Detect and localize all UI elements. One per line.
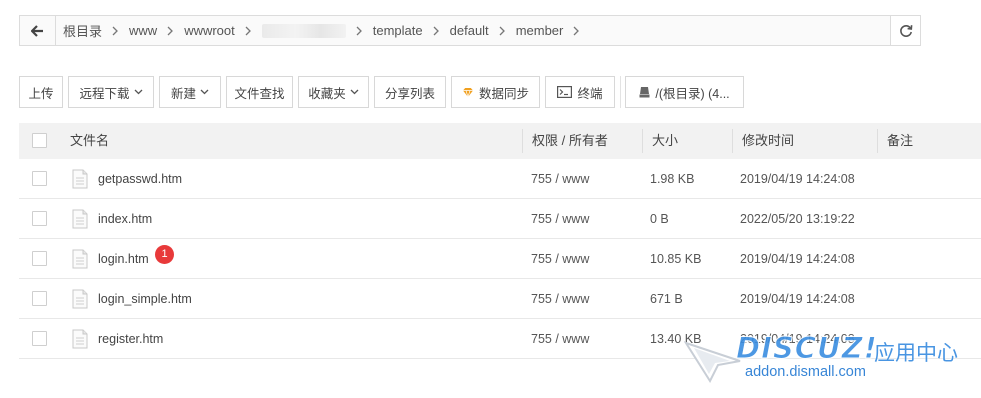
breadcrumb: 根目录 www wwwroot template default member [56,16,890,45]
file-size: 10.85 KB [650,252,702,266]
file-icon [72,169,88,189]
table-row[interactable]: login_simple.htm 755 / www 671 B 2019/04… [19,279,981,319]
file-mtime: 2019/04/19 14:24:08 [740,172,855,186]
back-button[interactable] [20,16,56,45]
chevron-right-icon [112,26,118,36]
file-name[interactable]: getpasswd.htm [98,159,182,199]
watermark-cn: 应用中心 [874,342,958,365]
breadcrumb-item[interactable]: default [450,23,516,38]
disk-button[interactable]: /(根目录) (4... [625,76,744,108]
chevron-right-icon [356,26,362,36]
column-header-size[interactable]: 大小 [652,123,678,159]
file-perm[interactable]: 755 / www [531,239,589,279]
file-perm[interactable]: 755 / www [531,279,589,319]
file-name[interactable]: index.htm [98,199,152,239]
column-divider [642,129,643,153]
row-checkbox[interactable] [32,291,47,306]
chevron-right-icon [433,26,439,36]
watermark-url: addon.dismall.com [745,364,866,380]
row-checkbox[interactable] [32,211,47,226]
diamond-icon [462,87,474,98]
share-list-button[interactable]: 分享列表 [374,76,446,108]
row-checkbox[interactable] [32,331,47,346]
row-checkbox[interactable] [32,171,47,186]
refresh-button[interactable] [890,16,920,45]
file-name[interactable]: register.htm [98,319,163,359]
column-divider [732,129,733,153]
file-name[interactable]: login.htm [98,239,149,279]
blurred-text [261,23,346,38]
column-header-note[interactable]: 备注 [887,123,913,159]
file-search-button[interactable]: 文件查找 [226,76,293,108]
chevron-right-icon [499,26,505,36]
file-table: 文件名 权限 / 所有者 大小 修改时间 备注 getpasswd.htm 75… [19,123,981,359]
row-checkbox[interactable] [32,251,47,266]
file-icon [72,249,88,269]
refresh-icon [899,24,912,37]
file-name[interactable]: login_simple.htm [98,279,192,319]
chevron-down-icon [134,89,143,95]
file-icon [72,289,88,309]
toolbar-divider [620,76,621,108]
terminal-icon [557,86,573,98]
path-bar: 根目录 www wwwroot template default member [19,15,921,46]
toolbar: 上传 远程下载 新建 文件查找 收藏夹 分享列表 数据同步 终端 /(根目录) … [19,76,749,108]
column-header-perm[interactable]: 权限 / 所有者 [532,123,608,159]
file-perm[interactable]: 755 / www [531,319,589,359]
annotation-badge: 1 [155,245,174,264]
column-header-mtime[interactable]: 修改时间 [742,123,794,159]
favorites-button[interactable]: 收藏夹 [298,76,369,108]
file-size: 0 B [650,212,669,226]
column-divider [522,129,523,153]
file-icon [72,209,88,229]
column-header-name[interactable]: 文件名 [70,123,109,159]
disk-icon [639,86,650,98]
file-size: 671 B [650,292,683,306]
arrow-left-icon [31,24,43,37]
chevron-right-icon [167,26,174,36]
chevron-down-icon [350,89,359,95]
file-perm[interactable]: 755 / www [531,199,589,239]
watermark-logo: DISCUZ! [736,331,878,366]
column-divider [877,129,878,153]
file-mtime: 2019/04/19 14:24:08 [740,252,855,266]
file-mtime: 2022/05/20 13:19:22 [740,212,855,226]
breadcrumb-item[interactable]: member [516,23,591,38]
chevron-right-icon [573,26,580,36]
cursor-arrow-icon [684,341,741,383]
table-header: 文件名 权限 / 所有者 大小 修改时间 备注 [19,123,981,159]
file-size: 1.98 KB [650,172,695,186]
table-row[interactable]: getpasswd.htm 755 / www 1.98 KB 2019/04/… [19,159,981,199]
data-sync-button[interactable]: 数据同步 [451,76,540,108]
new-button[interactable]: 新建 [159,76,221,108]
file-mtime: 2019/04/19 14:24:08 [740,292,855,306]
breadcrumb-item-blurred[interactable] [261,23,373,38]
chevron-down-icon [200,89,209,95]
table-row[interactable]: index.htm 755 / www 0 B 2022/05/20 13:19… [19,199,981,239]
select-all-checkbox[interactable] [32,133,47,148]
upload-button[interactable]: 上传 [19,76,63,108]
breadcrumb-item[interactable]: 根目录 [63,21,129,40]
remote-download-button[interactable]: 远程下载 [68,76,154,108]
breadcrumb-item[interactable]: template [373,23,450,38]
breadcrumb-item[interactable]: www [129,23,184,38]
terminal-button[interactable]: 终端 [545,76,615,108]
file-perm[interactable]: 755 / www [531,159,589,199]
chevron-right-icon [245,26,251,36]
breadcrumb-item[interactable]: wwwroot [184,23,262,38]
watermark: DISCUZ! 应用中心 addon.dismall.com [684,331,974,389]
file-icon [72,329,88,349]
